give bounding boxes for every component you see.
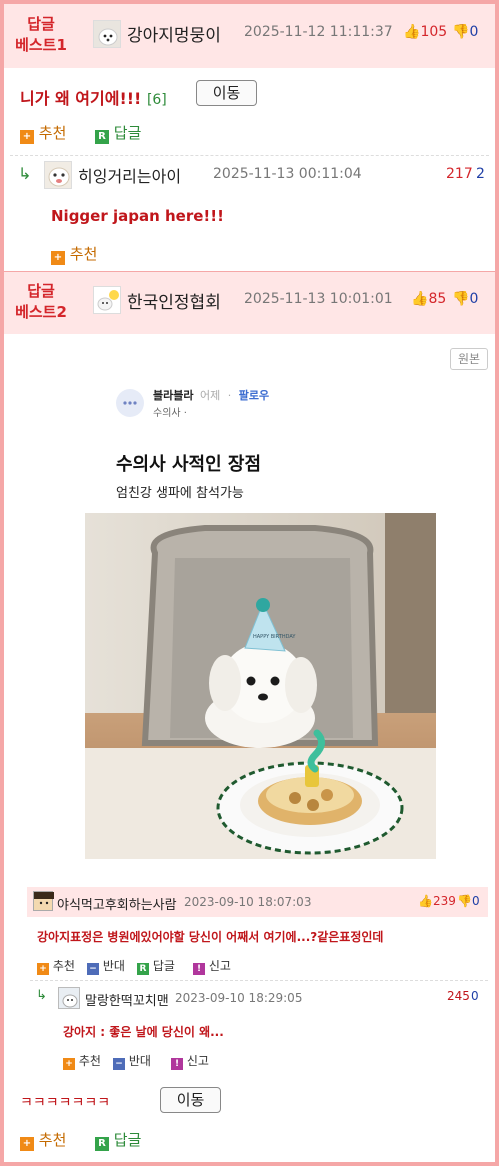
timestamp: 2025-11-13 00:11:04 bbox=[213, 166, 362, 182]
minus-icon: − bbox=[87, 963, 99, 975]
move-button[interactable]: 이동 bbox=[160, 1087, 221, 1113]
downvote-count[interactable]: 👎0 bbox=[457, 894, 480, 908]
report-icon: ! bbox=[171, 1058, 183, 1070]
avatar[interactable] bbox=[44, 161, 72, 189]
upvote-count[interactable]: 👍239 bbox=[418, 894, 456, 908]
comment-body: 니가 왜 여기에!!! [6] bbox=[20, 85, 167, 109]
thumbs-up-icon: 👍 bbox=[411, 291, 429, 307]
upvote-count[interactable]: 👍85 bbox=[411, 291, 446, 307]
timestamp: 2023-09-10 18:29:05 bbox=[175, 991, 303, 1005]
thumbs-down-icon: 👎 bbox=[457, 894, 472, 908]
nickname[interactable]: 말랑한떡꼬치맨 bbox=[85, 990, 169, 1009]
plus-icon: + bbox=[20, 130, 34, 144]
upvote-count[interactable]: 245 bbox=[447, 989, 470, 1003]
best-tag-line1: 답글 bbox=[27, 15, 55, 33]
upvote-count[interactable]: 👍105 bbox=[403, 24, 447, 40]
divider bbox=[30, 980, 488, 981]
report-icon: ! bbox=[193, 963, 205, 975]
recommend-button[interactable]: + 추천 bbox=[37, 957, 75, 975]
recommend-button[interactable]: + 추천 bbox=[20, 1129, 66, 1151]
reply-icon: R bbox=[95, 130, 109, 144]
thumbs-down-icon: 👎 bbox=[452, 24, 470, 40]
plus-icon: + bbox=[20, 1137, 34, 1151]
plus-icon: + bbox=[63, 1058, 75, 1070]
comment-text: 강아지 : 좋은 날에 당신이 왜... bbox=[63, 1025, 224, 1039]
reply-icon: R bbox=[137, 963, 149, 975]
plus-icon: + bbox=[37, 963, 49, 975]
best-1-tag: 답글 베스트1 bbox=[6, 14, 76, 56]
reply-arrow-icon: ↳ bbox=[36, 988, 47, 1003]
avatar[interactable] bbox=[33, 891, 54, 911]
nickname[interactable]: 히잉거리는아이 bbox=[78, 163, 181, 187]
comment-text: 강아지표정은 병원에있어야할 당신이 어째서 여기에...?같은표정인데 bbox=[37, 930, 384, 944]
original-image-button[interactable]: 원본 bbox=[450, 348, 488, 370]
best-tag-line2: 베스트1 bbox=[15, 36, 67, 54]
avatar[interactable] bbox=[93, 286, 121, 314]
downvote-count[interactable]: 2 bbox=[476, 166, 485, 182]
report-button[interactable]: ! 신고 bbox=[171, 1052, 209, 1070]
best-2-tag: 답글 베스트2 bbox=[6, 281, 76, 323]
reply-arrow-icon: ↳ bbox=[18, 164, 32, 183]
dog-birthday-photo: HAPPY BIRTHDAY bbox=[85, 513, 436, 859]
best-tag-line1: 답글 bbox=[27, 282, 55, 300]
timestamp: 2025-11-12 11:11:37 bbox=[244, 24, 393, 40]
embedded-subtitle: 엄친강 생파에 참석가능 bbox=[116, 486, 244, 501]
timestamp: 2023-09-10 18:07:03 bbox=[184, 895, 312, 909]
divider bbox=[10, 155, 489, 156]
reply-button[interactable]: R 답글 bbox=[95, 122, 141, 144]
comment-text: ㅋㅋㅋㅋㅋㅋㅋ bbox=[20, 1095, 111, 1111]
oppose-button[interactable]: − 반대 bbox=[113, 1052, 151, 1070]
comment-text: 니가 왜 여기에!!! bbox=[20, 89, 142, 108]
timestamp: 2025-11-13 10:01:01 bbox=[244, 291, 393, 307]
report-button[interactable]: ! 신고 bbox=[193, 957, 231, 975]
downvote-count[interactable]: 👎0 bbox=[452, 291, 478, 307]
avatar[interactable] bbox=[93, 20, 121, 48]
avatar[interactable] bbox=[58, 987, 80, 1009]
downvote-count[interactable]: 👎0 bbox=[452, 24, 478, 40]
recommend-button[interactable]: + 추천 bbox=[20, 122, 66, 144]
chat-bubble-icon bbox=[116, 389, 144, 417]
nickname[interactable]: 한국인정협회 bbox=[127, 288, 221, 313]
recommend-button[interactable]: + 추천 bbox=[63, 1052, 101, 1070]
reply-icon: R bbox=[95, 1137, 109, 1151]
upvote-count[interactable]: 217 bbox=[446, 166, 473, 182]
plus-icon: + bbox=[51, 251, 65, 265]
thumbs-up-icon: 👍 bbox=[418, 894, 433, 908]
thumbs-up-icon: 👍 bbox=[403, 24, 421, 40]
oppose-button[interactable]: − 반대 bbox=[87, 957, 125, 975]
thumbs-down-icon: 👎 bbox=[452, 291, 470, 307]
embedded-title: 수의사 사적인 장점 bbox=[116, 454, 262, 475]
move-button[interactable]: 이동 bbox=[196, 80, 257, 106]
best-tag-line2: 베스트2 bbox=[15, 303, 67, 321]
recommend-button[interactable]: + 추천 bbox=[51, 243, 97, 265]
nickname[interactable]: 야식먹고후회하는사람 bbox=[57, 894, 177, 913]
reply-count[interactable]: [6] bbox=[147, 92, 167, 108]
reply-button[interactable]: R 답글 bbox=[95, 1129, 141, 1151]
embedded-post-job: 수의사 · bbox=[153, 408, 187, 419]
hat-text: HAPPY BIRTHDAY bbox=[253, 634, 296, 640]
nickname[interactable]: 강아지멍뭉이 bbox=[127, 21, 221, 46]
minus-icon: − bbox=[113, 1058, 125, 1070]
embedded-post-meta: 블라블라 어제 · 팔로우 bbox=[153, 389, 270, 402]
downvote-count[interactable]: 0 bbox=[471, 989, 479, 1003]
comment-text: Nigger japan here!!! bbox=[51, 207, 224, 225]
reply-button[interactable]: R 답글 bbox=[137, 957, 175, 975]
